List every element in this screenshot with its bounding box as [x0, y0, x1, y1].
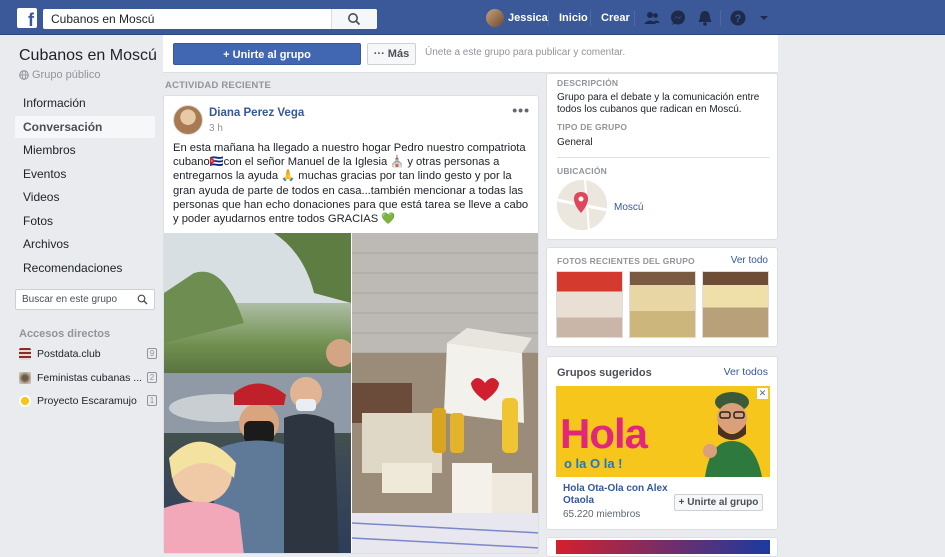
join-hint: Únete a este grupo para publicar y comen… — [425, 47, 626, 58]
feministas-icon — [19, 372, 31, 384]
shortcut-label: Postdata.club — [37, 348, 101, 360]
nav-item-fotos[interactable]: Fotos — [15, 210, 155, 232]
divider — [590, 9, 591, 26]
about-card: DESCRIPCIÓN Grupo para el debate y la co… — [546, 73, 778, 240]
help-icon[interactable]: ? — [729, 9, 747, 27]
shortcut-item[interactable]: Postdata.club 9 — [19, 346, 157, 362]
group-search-input[interactable]: Buscar en este grupo — [15, 289, 155, 310]
nav-item-eventos[interactable]: Eventos — [15, 163, 155, 185]
close-icon[interactable]: ✕ — [757, 388, 768, 399]
home-label: Inicio — [559, 11, 588, 24]
photo-thumbnail[interactable] — [556, 271, 623, 338]
description-title: DESCRIPCIÓN — [557, 78, 619, 88]
search-value: Cubanos en Moscú — [51, 12, 155, 26]
group-type-title: TIPO DE GRUPO — [557, 122, 628, 132]
postdata-icon — [19, 348, 31, 360]
friends-icon[interactable] — [643, 9, 661, 27]
nav-item-archivos[interactable]: Archivos — [15, 233, 155, 255]
join-group-button[interactable]: + Unirte al grupo — [173, 43, 361, 65]
suggested-group-banner[interactable]: Hola o la O la ! ✕ — [556, 386, 770, 477]
description-text: Grupo para el debate y la comunicación e… — [557, 92, 760, 115]
nav-item-videos[interactable]: Videos — [15, 186, 155, 208]
dropdown-icon[interactable] — [759, 14, 769, 22]
location-map[interactable] — [557, 180, 607, 230]
post-author[interactable]: Diana Perez Vega — [209, 107, 304, 119]
recent-activity-label: ACTIVIDAD RECIENTE — [165, 80, 271, 91]
people-photo-illustration — [164, 233, 351, 553]
see-all-photos-link[interactable]: Ver todo — [731, 255, 768, 267]
create-label: Crear — [601, 11, 630, 24]
join-suggested-group-button[interactable]: + Unirte al grupo — [674, 494, 763, 511]
profile-link[interactable]: Jessica — [486, 0, 548, 35]
location-title: UBICACIÓN — [557, 166, 607, 176]
suggested-group-name[interactable]: Hola Ota-Ola con Alex Otaola — [563, 483, 673, 507]
recent-photos-card: FOTOS RECIENTES DEL GRUPO Ver todo — [546, 247, 778, 347]
nav-item-informacion[interactable]: Información — [15, 92, 155, 114]
group-search-placeholder: Buscar en este grupo — [22, 294, 118, 305]
escaramujo-icon — [19, 395, 31, 407]
group-privacy: Grupo público — [19, 69, 101, 81]
shortcut-count: 9 — [147, 348, 157, 359]
donations-photo-illustration — [352, 233, 538, 553]
next-suggested-banner[interactable] — [556, 540, 770, 554]
banner-text: Hola — [560, 410, 648, 457]
banner-subtext: o la O la ! — [564, 456, 623, 471]
banner-person-illustration — [703, 392, 762, 477]
avatar — [486, 8, 504, 27]
next-suggested-card — [546, 537, 778, 557]
shortcut-label: Proyecto Escaramujo — [37, 395, 137, 407]
notifications-icon[interactable] — [696, 9, 714, 27]
shortcuts-title: Accesos directos — [19, 328, 111, 340]
search-input[interactable]: Cubanos en Moscú — [43, 9, 377, 29]
group-title[interactable]: Cubanos en Moscú — [19, 47, 157, 65]
divider — [720, 9, 721, 26]
divider — [634, 9, 635, 26]
post-photo-donations[interactable] — [352, 233, 538, 553]
nav-item-conversacion[interactable]: Conversación — [15, 116, 155, 138]
more-button[interactable]: ··· Más — [367, 43, 416, 65]
home-link[interactable]: Inicio — [559, 0, 588, 35]
recent-photos-title: FOTOS RECIENTES DEL GRUPO — [557, 256, 695, 266]
photo-thumbnail[interactable] — [629, 271, 696, 338]
messenger-icon[interactable] — [669, 9, 687, 27]
post-time[interactable]: 3 h — [209, 123, 223, 134]
search-icon — [348, 13, 361, 26]
nav-item-recomendaciones[interactable]: Recomendaciones — [15, 257, 155, 279]
post: Diana Perez Vega 3 h ••• En esta mañana … — [163, 95, 539, 554]
nav-item-miembros[interactable]: Miembros — [15, 139, 155, 161]
top-bar: f Cubanos en Moscú Jessica Inicio Crear — [0, 0, 945, 35]
group-privacy-label: Grupo público — [32, 69, 101, 81]
create-link[interactable]: Crear — [601, 0, 630, 35]
shortcut-count: 2 — [147, 372, 157, 383]
shortcut-item[interactable]: Proyecto Escaramujo 1 — [19, 393, 157, 409]
shortcut-item[interactable]: Feministas cubanas ... 2 — [19, 370, 157, 386]
divider — [548, 9, 549, 26]
see-all-groups-link[interactable]: Ver todos — [724, 366, 768, 378]
join-bar: + Unirte al grupo ··· Más Únete a este g… — [163, 35, 778, 73]
suggested-groups-title: Grupos sugeridos — [557, 367, 652, 379]
suggested-group-members: 65.220 miembros — [563, 509, 641, 520]
post-photo-people[interactable] — [164, 233, 351, 553]
post-options-icon[interactable]: ••• — [512, 102, 530, 118]
location-value[interactable]: Moscú — [614, 202, 643, 214]
post-text: En esta mañana ha llegado a nuestro hoga… — [173, 142, 529, 226]
shortcut-count: 1 — [147, 395, 157, 406]
facebook-logo[interactable]: f — [17, 8, 37, 28]
suggested-groups-card: Grupos sugeridos Ver todos Hola o la O l… — [546, 356, 778, 530]
group-type-value: General — [557, 137, 593, 148]
author-avatar[interactable] — [173, 105, 203, 135]
photo-thumbnail[interactable] — [702, 271, 769, 338]
map-pin-icon — [557, 180, 607, 230]
search-icon — [137, 294, 148, 305]
globe-icon — [19, 70, 29, 80]
shortcut-label: Feministas cubanas ... — [37, 372, 143, 384]
svg-text:?: ? — [735, 13, 742, 25]
divider — [557, 157, 769, 158]
search-button[interactable] — [331, 9, 377, 29]
user-name: Jessica — [508, 11, 548, 24]
